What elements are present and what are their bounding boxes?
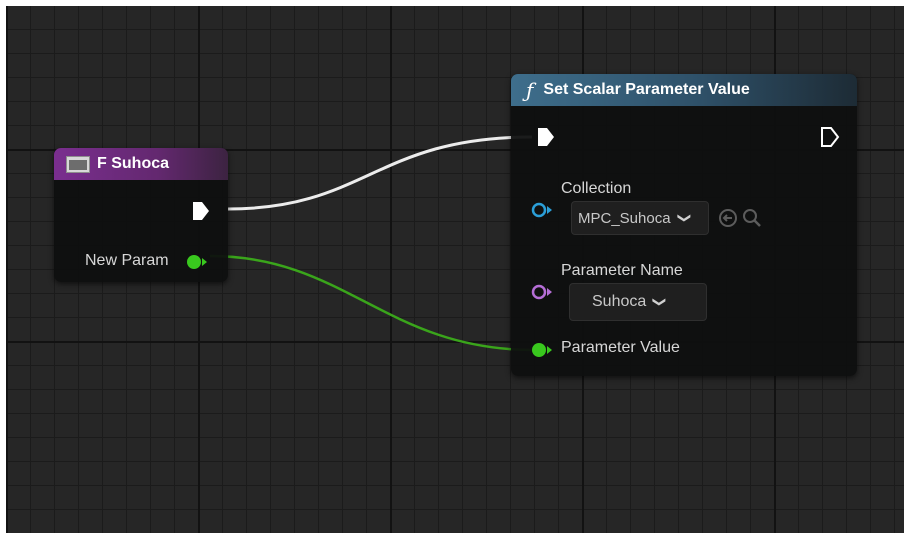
parameter-value-pin-icon[interactable] [531,342,555,358]
set-scalar-parameter-node[interactable]: ƒ Set Scalar Parameter Value Collection … [511,74,857,376]
variable-icon [66,155,90,173]
new-param-pin-icon[interactable] [186,254,210,270]
chevron-down-icon: ❯ [677,212,693,224]
chevron-down-icon: ❯ [652,296,668,308]
function-node-title: Set Scalar Parameter Value [543,81,750,98]
function-node-header[interactable]: ƒ Set Scalar Parameter Value [511,74,857,106]
variable-node-title: F Suhoca [97,155,170,172]
blueprint-graph-canvas[interactable]: F Suhoca New Param ƒ Set Scalar Paramete… [6,6,904,533]
parameter-name-label: Parameter Name [561,262,683,279]
variable-node[interactable]: F Suhoca New Param [54,148,228,282]
exec-wire[interactable] [227,135,533,211]
collection-label: Collection [561,180,632,197]
function-icon: ƒ [526,78,534,102]
exec-out-pin-icon[interactable] [190,200,212,222]
browse-asset-search-icon[interactable] [741,207,763,229]
parameter-name-pin-icon[interactable] [531,284,555,300]
use-selected-asset-icon[interactable] [717,207,739,229]
collection-pin-icon[interactable] [531,202,555,218]
new-param-label: New Param [85,252,169,269]
collection-dropdown[interactable]: MPC_Suhoca ❯ [571,201,709,235]
exec-in-pin-icon[interactable] [535,126,557,148]
parameter-name-value: Suhoca [592,293,647,310]
parameter-value-label: Parameter Value [561,339,680,356]
float-wire[interactable] [209,254,535,352]
collection-value: MPC_Suhoca [578,209,671,227]
parameter-name-dropdown[interactable]: Suhoca ❯ [569,283,707,321]
variable-node-header[interactable]: F Suhoca [54,148,228,180]
exec-out-pin-icon[interactable] [819,126,841,148]
